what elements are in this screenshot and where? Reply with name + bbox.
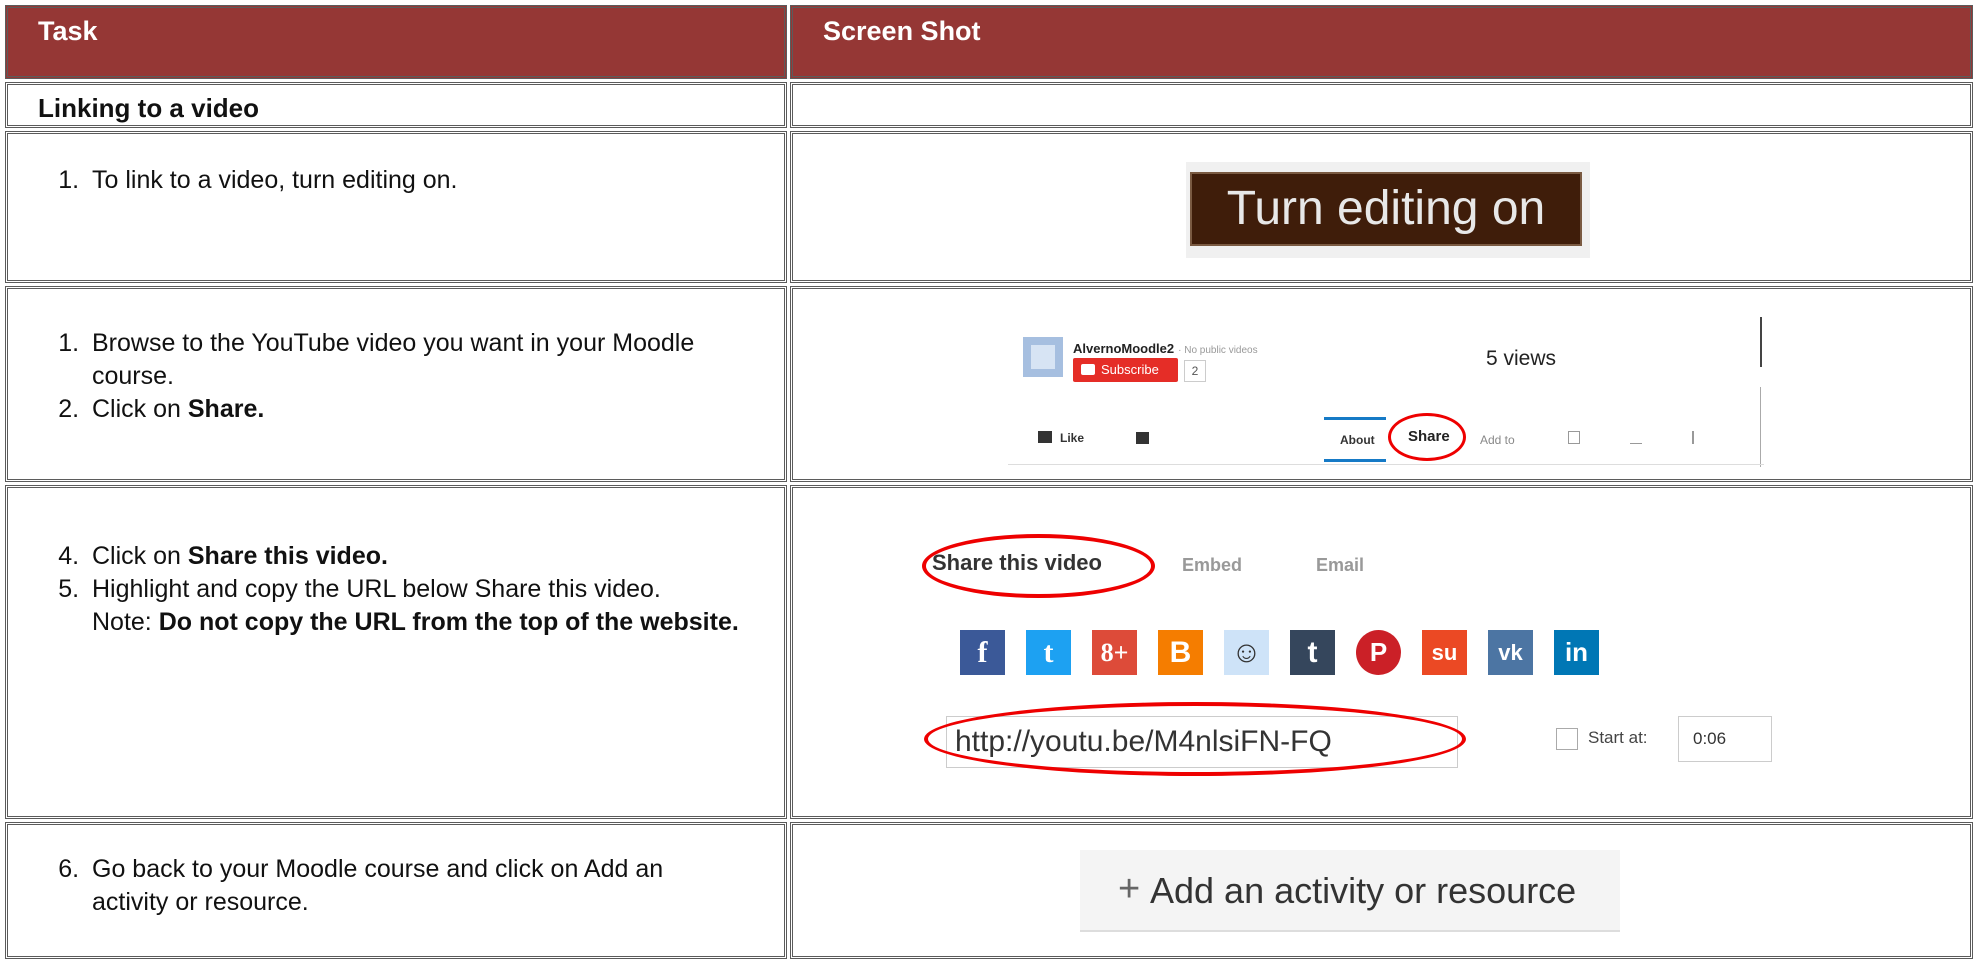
header-screenshot: Screen Shot — [790, 5, 1973, 79]
youtube-play-icon — [1081, 364, 1095, 375]
share-highlight-circle — [1388, 413, 1466, 461]
tab-bottom-rule — [1008, 464, 1764, 465]
share-url-highlight — [924, 702, 1466, 776]
thumbs-down-icon[interactable] — [1136, 432, 1149, 444]
step-1-cell: To link to a video, turn editing on. — [5, 131, 787, 283]
reddit-icon[interactable]: ☺ — [1224, 630, 1269, 675]
plus-icon: + — [1118, 868, 1141, 910]
tab-embed[interactable]: Embed — [1182, 555, 1242, 576]
channel-name[interactable]: AlvernoMoodle2 · No public videos — [1073, 341, 1258, 356]
googleplus-icon[interactable]: 8+ — [1092, 630, 1137, 675]
linkedin-icon[interactable]: in — [1554, 630, 1599, 675]
header-task-label: Task — [38, 16, 98, 46]
step-2: Browse to the YouTube video you want in … — [86, 327, 744, 393]
section-title: Linking to a video — [5, 82, 787, 128]
step-4-5-cell: Click on Share this video. Highlight and… — [5, 485, 787, 819]
header-task: Task — [5, 5, 787, 79]
blogger-icon[interactable]: B — [1158, 630, 1203, 675]
header-screenshot-label: Screen Shot — [823, 16, 981, 46]
start-at-label: Start at: — [1588, 728, 1648, 747]
about-tab-underline — [1324, 459, 1386, 462]
step-5: Highlight and copy the URL below Share t… — [86, 573, 744, 639]
turn-editing-button[interactable]: Turn editing on — [1190, 172, 1582, 246]
share-panel-screenshot: Share this video Embed Email f t 8+ B ☺ … — [920, 520, 1840, 790]
tab-add-to[interactable]: Add to — [1480, 433, 1515, 447]
subscribe-button[interactable]: Subscribe — [1073, 358, 1178, 382]
flag-icon[interactable] — [1692, 431, 1704, 444]
view-count: 5 views — [1486, 347, 1557, 370]
vk-icon[interactable]: vk — [1488, 630, 1533, 675]
step-6: Go back to your Moodle course and click … — [86, 853, 744, 919]
turn-editing-screenshot: Turn editing on — [1186, 162, 1590, 258]
subscriber-count: 2 — [1184, 360, 1206, 382]
tab-about[interactable]: About — [1340, 433, 1375, 447]
sidebar-divider-2 — [1760, 387, 1761, 467]
section-title-empty — [790, 82, 1973, 128]
transcript-icon[interactable] — [1568, 431, 1580, 444]
step-1: To link to a video, turn editing on. — [86, 164, 744, 197]
like-button[interactable]: Like — [1038, 431, 1084, 445]
stumbleupon-icon[interactable]: su — [1422, 630, 1467, 675]
facebook-icon[interactable]: f — [960, 630, 1005, 675]
thumbs-up-icon — [1038, 431, 1052, 443]
tab-email[interactable]: Email — [1316, 555, 1364, 576]
share-this-video-highlight — [922, 534, 1155, 598]
add-activity-label: Add an activity or resource — [1150, 870, 1577, 911]
section-title-label: Linking to a video — [38, 93, 260, 123]
step-3: Click on Share. — [86, 393, 744, 426]
start-at-checkbox[interactable] — [1556, 728, 1578, 750]
step-2-3-cell: Browse to the YouTube video you want in … — [5, 286, 787, 482]
twitter-icon[interactable]: t — [1026, 630, 1071, 675]
pinterest-icon[interactable]: P — [1356, 630, 1401, 675]
step-6-cell: Go back to your Moodle course and click … — [5, 822, 787, 959]
youtube-screenshot: AlvernoMoodle2 · No public videos Subscri… — [1008, 297, 1764, 473]
step-4: Click on Share this video. — [86, 540, 744, 573]
sidebar-divider — [1760, 317, 1762, 367]
instruction-table: Task Screen Shot Linking to a video To l… — [0, 0, 1977, 959]
start-at-field[interactable]: 0:06 — [1678, 716, 1772, 762]
tumblr-icon[interactable]: t — [1290, 630, 1335, 675]
stats-icon[interactable] — [1630, 431, 1642, 444]
channel-avatar[interactable] — [1023, 337, 1063, 377]
about-tab-indicator — [1324, 417, 1386, 420]
add-activity-screenshot[interactable]: + Add an activity or resource — [1080, 850, 1620, 932]
